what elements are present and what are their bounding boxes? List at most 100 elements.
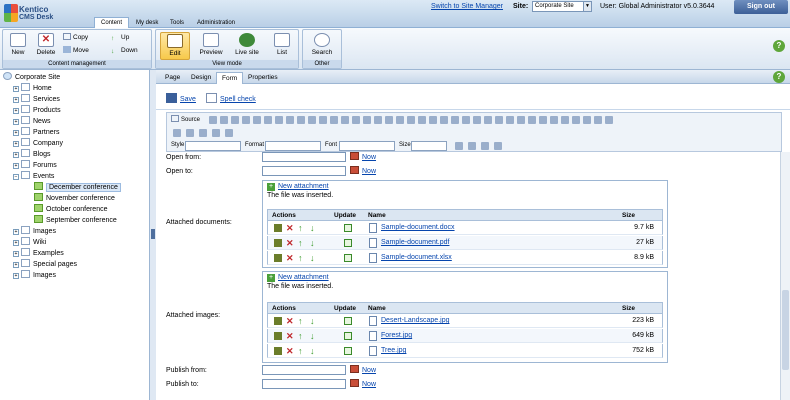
up-button[interactable]: ↑ Up <box>111 33 129 43</box>
file-name-link[interactable]: Sample-document.pdf <box>381 239 449 246</box>
expand-icon[interactable]: + <box>13 273 19 279</box>
table-icon[interactable] <box>561 116 569 124</box>
scrollbar-thumb[interactable] <box>782 290 789 370</box>
cell-props-icon[interactable] <box>186 129 194 137</box>
tree-node[interactable]: + Images <box>13 226 56 237</box>
expand-icon[interactable]: + <box>13 240 19 246</box>
move-down-icon[interactable]: ↓ <box>310 239 318 248</box>
delete-icon[interactable]: ✕ <box>286 224 294 233</box>
update-icon[interactable] <box>344 254 352 262</box>
help-icon[interactable]: ? <box>773 71 785 83</box>
link-icon[interactable] <box>506 116 514 124</box>
smiley-icon[interactable] <box>583 116 591 124</box>
source-button[interactable]: Source <box>171 115 200 123</box>
superscript-icon[interactable] <box>396 116 404 124</box>
delete-icon[interactable]: ✕ <box>286 239 294 248</box>
align-right-icon[interactable] <box>484 116 492 124</box>
calendar-icon[interactable] <box>350 152 359 160</box>
expand-icon[interactable]: + <box>13 119 19 125</box>
save-button[interactable]: Save <box>166 93 196 105</box>
tree-node[interactable]: + Examples <box>13 248 64 259</box>
expand-icon[interactable]: + <box>13 130 19 136</box>
copy-icon[interactable] <box>220 116 228 124</box>
special-char-icon[interactable] <box>594 116 602 124</box>
tree-node-event[interactable]: September conference <box>34 215 117 226</box>
expand-icon[interactable]: + <box>13 97 19 103</box>
move-down-icon[interactable]: ↓ <box>310 332 318 341</box>
move-up-icon[interactable]: ↑ <box>298 347 306 356</box>
hr-icon[interactable] <box>572 116 580 124</box>
tree-node[interactable]: + Wiki <box>13 237 46 248</box>
style-select[interactable] <box>185 141 241 151</box>
move-up-icon[interactable]: ↑ <box>298 254 306 263</box>
tab-administration[interactable]: Administration <box>190 17 242 28</box>
tree-node-event[interactable]: December conference <box>34 182 121 193</box>
tree-node[interactable]: + Images <box>13 270 56 281</box>
tree-root[interactable]: Corporate Site <box>3 72 60 83</box>
paste-word-icon[interactable] <box>253 116 261 124</box>
search-button[interactable]: Search <box>309 32 335 60</box>
expand-icon[interactable]: + <box>13 141 19 147</box>
help-icon[interactable]: ? <box>773 40 785 52</box>
tree-node[interactable]: + Products <box>13 105 61 116</box>
delete-icon[interactable]: ✕ <box>286 347 294 356</box>
move-up-icon[interactable]: ↑ <box>298 317 306 326</box>
outdent-icon[interactable] <box>429 116 437 124</box>
show-blocks-icon[interactable] <box>494 142 502 150</box>
tab-form[interactable]: Form <box>216 72 244 84</box>
replace-icon[interactable] <box>308 116 316 124</box>
tree-node-event[interactable]: October conference <box>34 204 107 215</box>
unlink-icon[interactable] <box>517 116 525 124</box>
expand-icon[interactable]: + <box>13 86 19 92</box>
edit-icon[interactable] <box>274 254 282 262</box>
tab-page[interactable]: Page <box>160 72 185 84</box>
font-select[interactable] <box>339 141 395 151</box>
expand-icon[interactable]: + <box>13 163 19 169</box>
media-icon[interactable] <box>550 116 558 124</box>
file-name-link[interactable]: Forest.jpg <box>381 332 412 339</box>
move-down-icon[interactable]: ↓ <box>310 254 318 263</box>
bulleted-list-icon[interactable] <box>418 116 426 124</box>
align-center-icon[interactable] <box>473 116 481 124</box>
move-down-icon[interactable]: ↓ <box>310 224 318 233</box>
paste-icon[interactable] <box>231 116 239 124</box>
expand-icon[interactable]: + <box>13 251 19 257</box>
copy-button[interactable]: Copy <box>63 33 88 43</box>
new-button[interactable]: New <box>5 32 31 60</box>
delete-icon[interactable]: ✕ <box>286 317 294 326</box>
tree-node[interactable]: + Services <box>13 94 60 105</box>
flash-icon[interactable] <box>199 129 207 137</box>
page-break-icon[interactable] <box>605 116 613 124</box>
edit-icon[interactable] <box>274 317 282 325</box>
cut-icon[interactable] <box>209 116 217 124</box>
find-icon[interactable] <box>297 116 305 124</box>
tree-node[interactable]: + Special pages <box>13 259 77 270</box>
publish-from-input[interactable] <box>262 365 346 375</box>
paste-text-icon[interactable] <box>242 116 250 124</box>
tree-node[interactable]: + Partners <box>13 127 59 138</box>
sign-out-button[interactable]: Sign out <box>734 0 788 14</box>
move-down-icon[interactable]: ↓ <box>310 347 318 356</box>
update-icon[interactable] <box>344 224 352 232</box>
move-down-icon[interactable]: ↓ <box>310 317 318 326</box>
format-select[interactable] <box>265 141 321 151</box>
move-up-icon[interactable]: ↑ <box>298 239 306 248</box>
switch-site-manager-link[interactable]: Switch to Site Manager <box>431 3 503 10</box>
edit-icon[interactable] <box>274 347 282 355</box>
publish-to-input[interactable] <box>262 379 346 389</box>
redo-icon[interactable] <box>286 116 294 124</box>
edit-icon[interactable] <box>274 239 282 247</box>
print-icon[interactable] <box>264 116 272 124</box>
spell-check-button[interactable]: Spell check <box>206 93 256 105</box>
open-to-now-link[interactable]: Now <box>362 168 376 175</box>
move-up-icon[interactable]: ↑ <box>298 224 306 233</box>
expand-icon[interactable]: − <box>13 174 19 180</box>
open-from-input[interactable] <box>262 152 346 162</box>
update-icon[interactable] <box>344 347 352 355</box>
edit-icon[interactable] <box>274 224 282 232</box>
tree-node[interactable]: + Blogs <box>13 149 51 160</box>
tree-node[interactable]: + Company <box>13 138 63 149</box>
move-button[interactable]: Move <box>63 46 89 56</box>
file-name-link[interactable]: Desert-Landscape.jpg <box>381 317 450 324</box>
tab-content[interactable]: Content <box>94 17 130 28</box>
